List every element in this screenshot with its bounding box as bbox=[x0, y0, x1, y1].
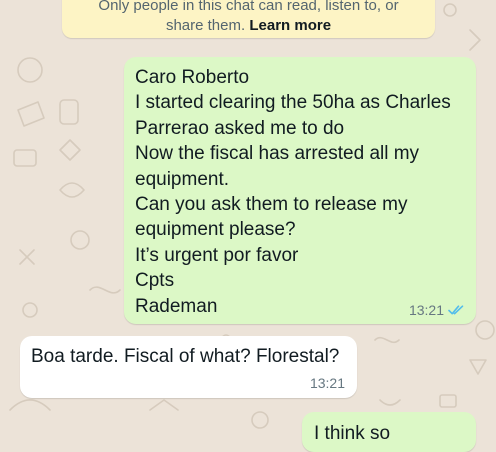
message-line: Parrerao asked me to do bbox=[135, 117, 345, 139]
message-meta: 13:21 bbox=[310, 375, 345, 391]
message-line: equipment. bbox=[135, 168, 230, 190]
message-line: Cpts bbox=[135, 270, 175, 292]
encryption-notice: Only people in this chat can read, liste… bbox=[62, 0, 435, 38]
message-line: I think so bbox=[314, 423, 391, 444]
encryption-notice-line1: Only people in this chat can read, liste… bbox=[98, 0, 399, 14]
encryption-notice-text: share them. bbox=[165, 17, 246, 34]
incoming-message-bubble[interactable]: Boa tarde. Fiscal of what? Florestal? 13… bbox=[20, 336, 357, 398]
message-line: Now the fiscal has arrested all my bbox=[135, 143, 420, 165]
message-line: Boa tarde. Fiscal of what? Florestal? bbox=[31, 346, 340, 367]
message-line: Can you ask them to release my bbox=[135, 194, 408, 216]
encryption-notice-line2: share them. Learn more bbox=[62, 16, 435, 36]
message-line: It’s urgent por favor bbox=[135, 244, 299, 266]
message-meta: 13:21 bbox=[409, 302, 466, 318]
message-line: I started clearing the 50ha as Charles bbox=[135, 92, 451, 114]
outgoing-message-bubble[interactable]: Caro Roberto I started clearing the 50ha… bbox=[124, 57, 476, 324]
message-timestamp: 13:21 bbox=[408, 302, 444, 318]
outgoing-message-bubble[interactable]: I think so bbox=[302, 412, 476, 452]
message-timestamp: 13:21 bbox=[309, 375, 345, 391]
learn-more-link[interactable]: Learn more bbox=[249, 17, 331, 34]
message-line: equipment please? bbox=[135, 219, 296, 241]
message-line: Caro Roberto bbox=[135, 67, 250, 88]
double-check-read-icon bbox=[448, 305, 464, 315]
